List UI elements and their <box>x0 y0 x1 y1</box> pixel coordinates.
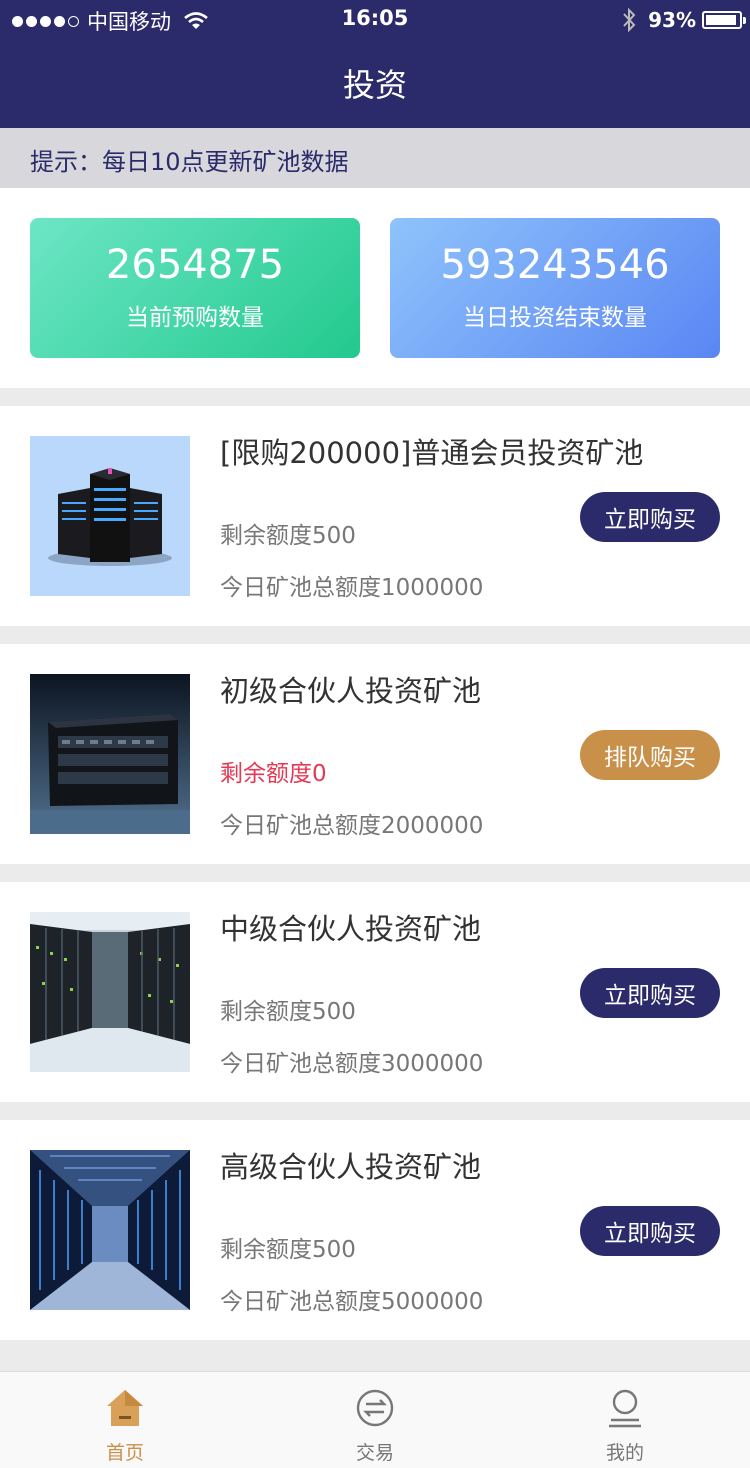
exchange-icon <box>356 1389 394 1427</box>
presale-count-label: 当前预购数量 <box>126 305 264 331</box>
notice-banner: 提示：每日10点更新矿池数据 <box>0 128 750 188</box>
tab-mine-label: 我的 <box>605 1442 644 1464</box>
bluetooth-icon <box>623 7 636 33</box>
ended-count-label: 当日投资结束数量 <box>463 305 647 331</box>
presale-count-value: 2654875 <box>105 242 285 288</box>
pool-total: 今日矿池总额度2000000 <box>220 813 484 839</box>
pool-image <box>30 436 190 596</box>
tab-bar: 首页 交易 我的 <box>0 1371 750 1468</box>
pool-total: 今日矿池总额度3000000 <box>220 1051 484 1077</box>
pool-name: 中级合伙人投资矿池 <box>220 912 482 946</box>
tab-trade[interactable]: 交易 <box>250 1372 500 1468</box>
pool-total: 今日矿池总额度1000000 <box>220 575 484 601</box>
battery-icon <box>702 11 746 29</box>
nav-bar: 投资 <box>0 40 750 128</box>
tab-mine[interactable]: 我的 <box>500 1372 750 1468</box>
pool-image <box>30 912 190 1072</box>
pool-image <box>30 674 190 834</box>
battery-percent: 93% <box>648 8 696 32</box>
pool-remaining: 剩余额度500 <box>220 523 356 549</box>
pool-name: [限购200000]普通会员投资矿池 <box>220 436 644 470</box>
pool-remaining: 剩余额度0 <box>220 761 327 787</box>
ended-count-value: 593243546 <box>440 242 670 288</box>
pool-item[interactable]: [限购200000]普通会员投资矿池 剩余额度500 今日矿池总额度100000… <box>0 406 750 626</box>
pool-name: 高级合伙人投资矿池 <box>220 1150 482 1184</box>
buy-now-button[interactable]: 立即购买 <box>580 492 720 542</box>
tab-home[interactable]: 首页 <box>0 1372 250 1468</box>
user-icon <box>609 1389 641 1428</box>
queue-buy-button[interactable]: 排队购买 <box>580 730 720 780</box>
system-indicators: 93% <box>620 7 746 33</box>
tab-trade-label: 交易 <box>355 1442 394 1464</box>
pool-item[interactable]: 初级合伙人投资矿池 剩余额度0 今日矿池总额度2000000 排队购买 <box>0 644 750 864</box>
buy-now-button[interactable]: 立即购买 <box>580 968 720 1018</box>
pool-total: 今日矿池总额度5000000 <box>220 1289 484 1315</box>
buy-now-button[interactable]: 立即购买 <box>580 1206 720 1256</box>
stats-section: 2654875 当前预购数量 593243546 当日投资结束数量 <box>0 188 750 388</box>
pool-remaining: 剩余额度500 <box>220 999 356 1025</box>
notice-text: 提示：每日10点更新矿池数据 <box>30 148 349 176</box>
pool-image <box>30 1150 190 1310</box>
pool-item[interactable]: 高级合伙人投资矿池 剩余额度500 今日矿池总额度5000000 立即购买 <box>0 1120 750 1340</box>
ended-count-card: 593243546 当日投资结束数量 <box>390 218 720 358</box>
pool-name: 初级合伙人投资矿池 <box>220 674 482 708</box>
presale-count-card: 2654875 当前预购数量 <box>30 218 360 358</box>
home-icon <box>107 1390 143 1426</box>
tab-home-label: 首页 <box>105 1442 144 1464</box>
page-title: 投资 <box>342 66 407 104</box>
pool-item[interactable]: 中级合伙人投资矿池 剩余额度500 今日矿池总额度3000000 立即购买 <box>0 882 750 1102</box>
status-bar: 中国移动 16:05 93% <box>0 0 750 40</box>
pool-remaining: 剩余额度500 <box>220 1237 356 1263</box>
